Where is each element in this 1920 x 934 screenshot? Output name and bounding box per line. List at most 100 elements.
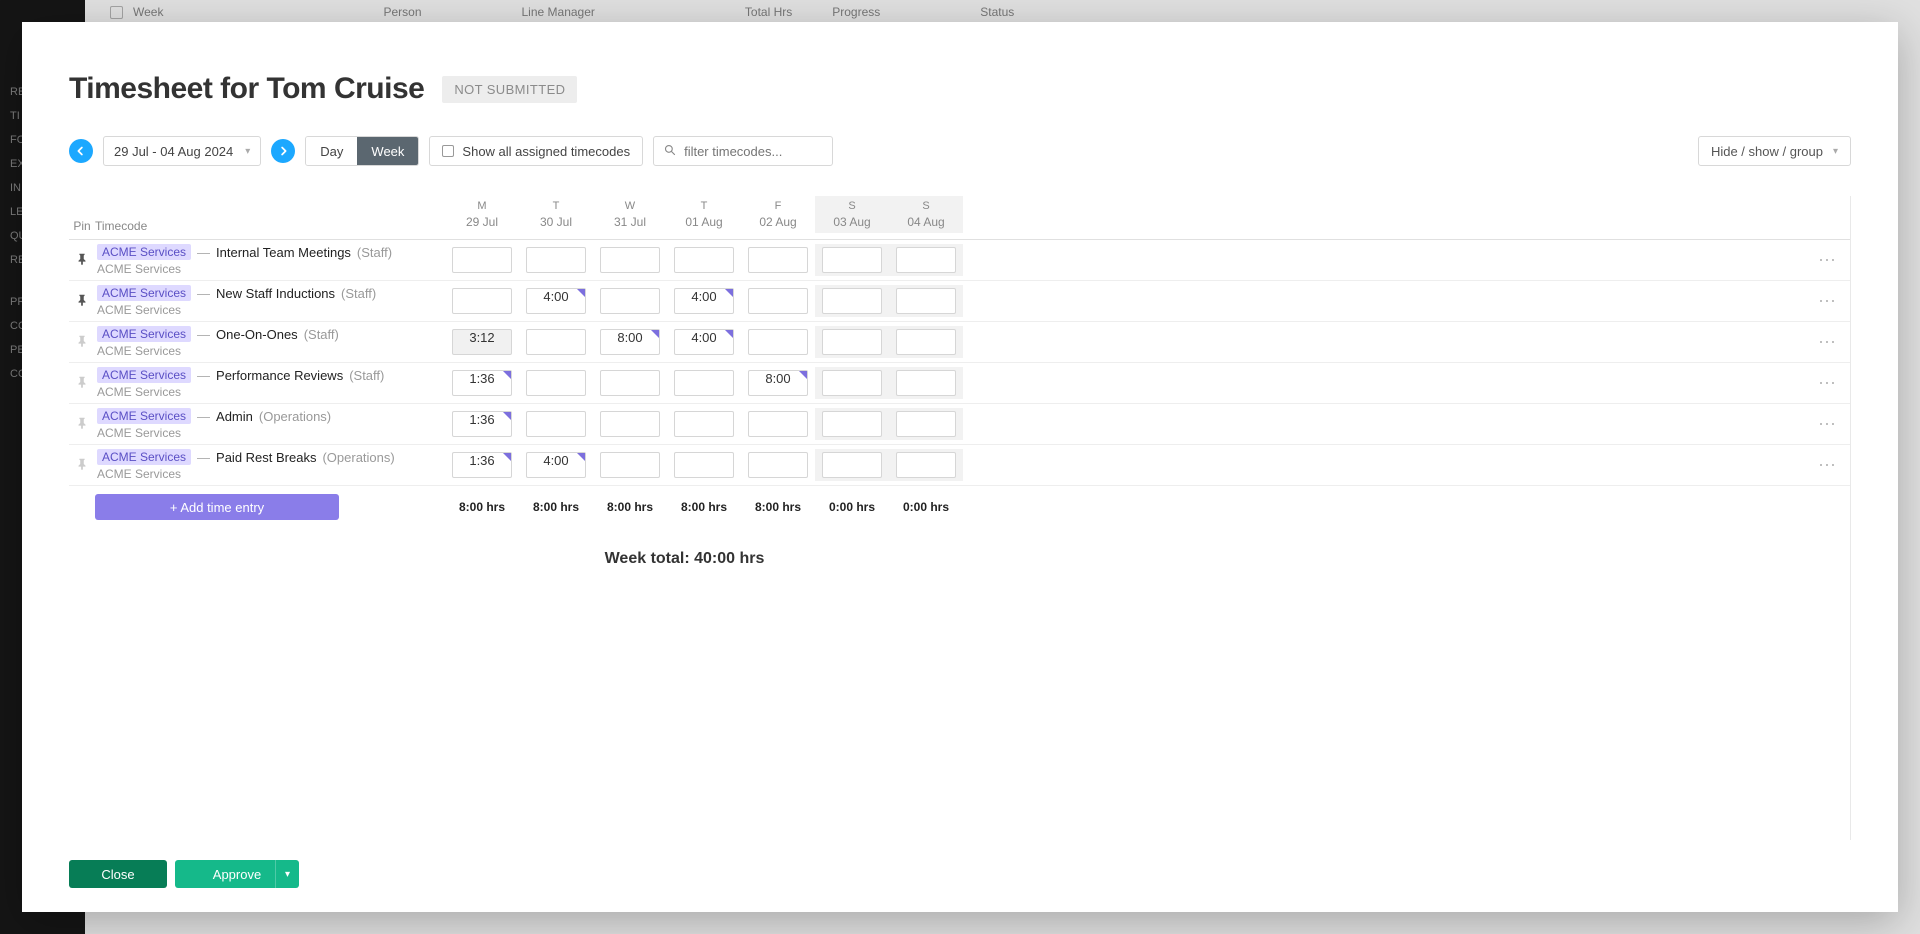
time-input[interactable]: 3:12 [452, 329, 512, 355]
row-more-button[interactable]: ⋯ [1806, 332, 1850, 353]
row-more-button[interactable]: ⋯ [1806, 250, 1850, 271]
time-input[interactable] [896, 411, 956, 437]
timecode-cell[interactable]: ACME Services — New Staff Inductions (St… [95, 285, 445, 317]
row-more-button[interactable]: ⋯ [1806, 373, 1850, 394]
time-input[interactable] [526, 370, 586, 396]
close-button[interactable]: Close [69, 860, 167, 888]
time-input[interactable] [748, 247, 808, 273]
time-input[interactable]: 8:00 [600, 329, 660, 355]
time-input[interactable]: 4:00 [674, 329, 734, 355]
time-cell: 3:12 [445, 329, 519, 355]
time-cell: 8:00 [741, 370, 815, 396]
time-input[interactable] [526, 329, 586, 355]
pin-button[interactable] [69, 334, 95, 351]
time-input[interactable] [600, 452, 660, 478]
time-input[interactable] [674, 411, 734, 437]
time-input[interactable] [674, 247, 734, 273]
time-input[interactable] [896, 329, 956, 355]
prev-period-button[interactable] [69, 139, 93, 163]
search-icon [664, 144, 676, 159]
time-input[interactable]: 1:36 [452, 411, 512, 437]
time-input[interactable]: 4:00 [526, 452, 586, 478]
show-all-label: Show all assigned timecodes [462, 144, 630, 159]
time-input[interactable]: 1:36 [452, 370, 512, 396]
time-input[interactable] [674, 370, 734, 396]
time-cell [815, 367, 889, 399]
timecode-cell[interactable]: ACME Services — Performance Reviews (Sta… [95, 367, 445, 399]
time-input[interactable]: 8:00 [748, 370, 808, 396]
date-range-picker[interactable]: 29 Jul - 04 Aug 2024 ▾ [103, 136, 261, 166]
client-tag: ACME Services [97, 285, 191, 301]
time-input[interactable] [600, 411, 660, 437]
timecode-cell[interactable]: ACME Services — Internal Team Meetings (… [95, 244, 445, 276]
time-cell [593, 411, 667, 437]
time-input[interactable] [822, 411, 882, 437]
time-cell [889, 408, 963, 440]
time-input[interactable]: 4:00 [526, 288, 586, 314]
time-input[interactable] [822, 288, 882, 314]
time-cell [741, 329, 815, 355]
time-input[interactable] [526, 247, 586, 273]
time-cell [889, 285, 963, 317]
time-input[interactable] [674, 452, 734, 478]
time-input[interactable] [748, 329, 808, 355]
hide-show-group-button[interactable]: Hide / show / group ▾ [1698, 136, 1851, 166]
time-input[interactable] [896, 370, 956, 396]
header-day-5: S03 Aug [815, 196, 889, 233]
time-input[interactable] [600, 370, 660, 396]
pin-button[interactable] [69, 457, 95, 474]
row-more-button[interactable]: ⋯ [1806, 291, 1850, 312]
time-cell [815, 449, 889, 481]
time-cell [815, 285, 889, 317]
time-input[interactable] [822, 329, 882, 355]
time-cell: 1:36 [445, 411, 519, 437]
time-input[interactable] [822, 370, 882, 396]
pin-button[interactable] [69, 293, 95, 310]
subclient-label: ACME Services [97, 344, 445, 358]
time-input[interactable] [822, 247, 882, 273]
arrow-left-icon [74, 144, 88, 158]
timecode-cell[interactable]: ACME Services — One-On-Ones (Staff) ACME… [95, 326, 445, 358]
time-input[interactable] [526, 411, 586, 437]
row-more-button[interactable]: ⋯ [1806, 414, 1850, 435]
time-input[interactable] [896, 288, 956, 314]
filter-input[interactable] [684, 144, 860, 159]
pin-button[interactable] [69, 375, 95, 392]
filter-timecodes-search[interactable] [653, 136, 833, 166]
pin-icon [75, 416, 89, 430]
next-period-button[interactable] [271, 139, 295, 163]
timecode-cell[interactable]: ACME Services — Admin (Operations) ACME … [95, 408, 445, 440]
time-input[interactable] [600, 247, 660, 273]
header-day-2: W31 Jul [593, 196, 667, 233]
pin-button[interactable] [69, 416, 95, 433]
show-all-timecodes-toggle[interactable]: Show all assigned timecodes [429, 136, 643, 166]
time-input[interactable] [748, 411, 808, 437]
time-input[interactable] [452, 288, 512, 314]
view-week-button[interactable]: Week [357, 137, 418, 165]
time-input[interactable]: 4:00 [674, 288, 734, 314]
row-more-button[interactable]: ⋯ [1806, 455, 1850, 476]
time-input[interactable] [600, 288, 660, 314]
timecode-cell[interactable]: ACME Services — Paid Rest Breaks (Operat… [95, 449, 445, 481]
time-input[interactable] [896, 247, 956, 273]
time-cell [519, 411, 593, 437]
time-input[interactable]: 1:36 [452, 452, 512, 478]
header-pin: Pin [69, 219, 95, 233]
time-input[interactable] [452, 247, 512, 273]
approve-dropdown-icon[interactable]: ▾ [275, 860, 299, 888]
grid-header-row: PinTimecode M29 Jul T30 Jul W31 Jul T01 … [69, 196, 1850, 240]
time-input[interactable] [822, 452, 882, 478]
time-input[interactable] [748, 288, 808, 314]
time-cell [741, 247, 815, 273]
time-input[interactable] [748, 452, 808, 478]
pin-button[interactable] [69, 252, 95, 269]
header-day-4: F02 Aug [741, 196, 815, 233]
pin-icon [75, 252, 89, 266]
time-cell: 8:00 [593, 329, 667, 355]
header-day-6: S04 Aug [889, 196, 963, 233]
hide-show-label: Hide / show / group [1711, 144, 1823, 159]
approve-button[interactable]: Approve ▾ [175, 860, 299, 888]
view-day-button[interactable]: Day [306, 137, 357, 165]
add-time-entry-button[interactable]: + Add time entry [95, 494, 339, 520]
time-input[interactable] [896, 452, 956, 478]
